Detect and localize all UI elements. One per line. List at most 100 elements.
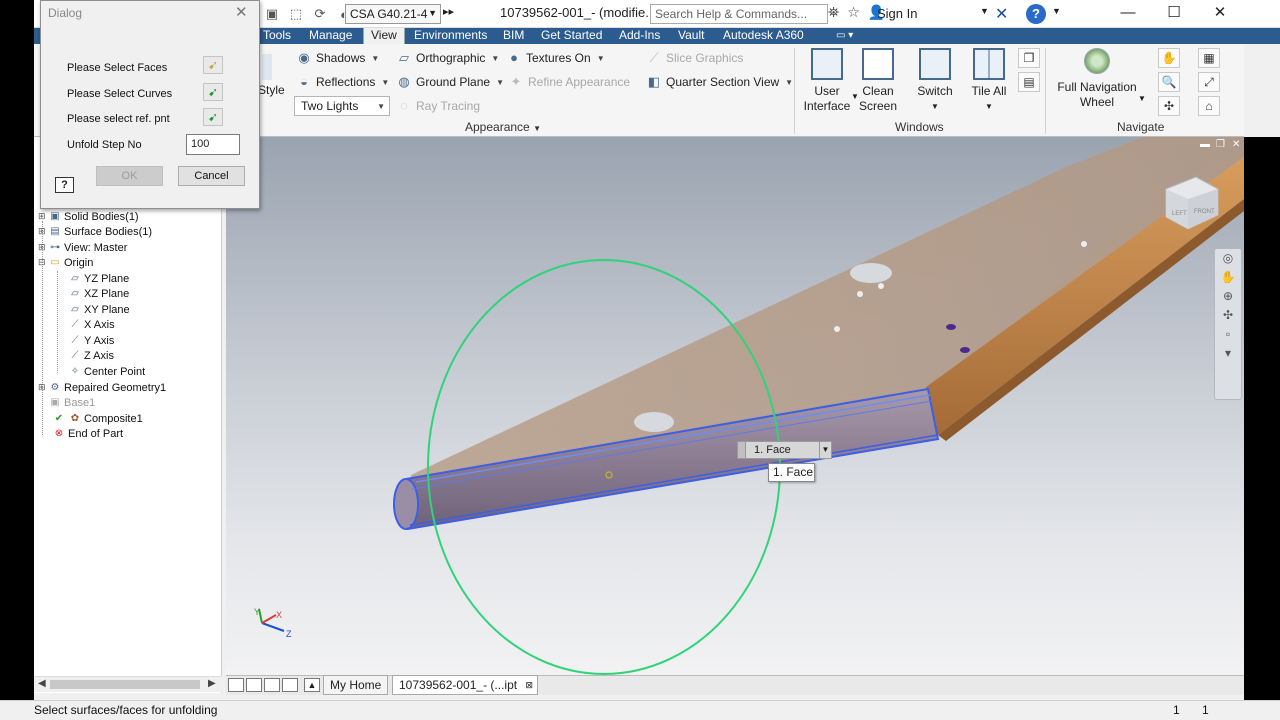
graphics-window[interactable]: Y X Z LEFT FRONT ▬ ❐ ✕	[226, 137, 1244, 675]
tree-item-y-axis[interactable]: ⟋ Y Axis	[68, 334, 115, 347]
cascade-layout-icon[interactable]	[228, 678, 244, 692]
tile-layout-icon[interactable]	[246, 678, 262, 692]
ground-plane-button[interactable]: ◍ Ground Plane ▼	[396, 74, 504, 90]
graphics-close-icon[interactable]: ✕	[1232, 139, 1240, 150]
select-curves-button[interactable]: ➹	[203, 83, 223, 101]
tab-manage[interactable]: Manage	[302, 28, 359, 44]
steering-wheel-icon[interactable]: ◎	[1215, 249, 1241, 268]
tile-vertical-icon[interactable]	[282, 678, 298, 692]
tab-part-document[interactable]: 10739562-001_- (...ipt ⊠	[392, 675, 539, 695]
update-icon[interactable]: ⟳	[310, 4, 330, 24]
shadows-button[interactable]: ◉ Shadows ▼	[296, 50, 379, 66]
cancel-button[interactable]: Cancel	[178, 166, 245, 186]
tree-item-repaired-geometry[interactable]: ⊞ ⚙ Repaired Geometry1	[38, 381, 166, 394]
qat-overflow-icon[interactable]: ▸▸	[443, 5, 454, 18]
tree-item-yz-plane[interactable]: ▱ YZ Plane	[68, 272, 129, 285]
binoculars-icon[interactable]: ⛯	[828, 4, 839, 21]
chevron-down-icon[interactable]: ▼	[980, 6, 989, 16]
scroll-left-icon[interactable]: ◀	[38, 678, 46, 689]
cascade-icon[interactable]: ❐	[1018, 48, 1040, 68]
tree-item-x-axis[interactable]: ⟋ X Axis	[68, 318, 115, 331]
star-icon[interactable]: ☆	[847, 4, 860, 21]
minimize-button[interactable]: —	[1106, 2, 1150, 26]
lighting-style-dropdown[interactable]: Two Lights ▼	[294, 96, 390, 116]
pan-icon[interactable]: ✋	[1158, 48, 1180, 68]
tree-item-surface-bodies[interactable]: ⊞ ▤ Surface Bodies(1)	[38, 225, 152, 238]
look-at-icon[interactable]: ▫	[1215, 325, 1241, 344]
tree-item-xz-plane[interactable]: ▱ XZ Plane	[68, 287, 129, 300]
refine-appearance-button[interactable]: ✦ Refine Appearance	[508, 74, 631, 90]
textures-on-button[interactable]: ● Textures On ▼	[506, 50, 605, 66]
ray-tracing-button[interactable]: ◌ Ray Tracing	[396, 98, 480, 114]
look-at-icon[interactable]: ▦	[1198, 48, 1220, 68]
tree-item-solid-bodies[interactable]: ⊞ ▣ Solid Bodies(1)	[38, 210, 139, 223]
chevron-down-icon[interactable]: ▼	[1052, 6, 1061, 16]
search-input[interactable]: Search Help & Commands...	[650, 4, 828, 24]
close-button[interactable]: ✕	[1198, 2, 1242, 26]
tile-all-button[interactable]: Tile All ▼	[966, 48, 1012, 114]
tab-environments[interactable]: Environments	[407, 28, 494, 44]
document-list-icon[interactable]: ▲	[304, 678, 320, 692]
tab-bim[interactable]: BIM	[496, 28, 531, 44]
full-navigation-wheel-button[interactable]: Full Navigation Wheel	[1052, 48, 1142, 110]
reflections-button[interactable]: ◒ Reflections ▼	[296, 74, 389, 90]
ok-button[interactable]: OK	[96, 166, 163, 186]
zoom-icon[interactable]: 🔍	[1158, 72, 1180, 92]
orbit-icon[interactable]: ✣	[1158, 96, 1180, 116]
chevron-down-icon[interactable]: ▼	[1138, 94, 1146, 103]
ribbon-options-icon[interactable]: ▭ ▾	[836, 30, 853, 41]
tube-end[interactable]	[393, 478, 419, 530]
zoom-all-icon[interactable]: ⤢	[1198, 72, 1220, 92]
exchange-apps-icon[interactable]: ✕	[995, 4, 1008, 24]
tab-autodesk-a360[interactable]: Autodesk A360	[716, 28, 811, 44]
select-faces-button[interactable]: ➹	[203, 56, 223, 74]
visual-style-label[interactable]: Style	[258, 83, 285, 97]
arrange-icon[interactable]: ▤	[1018, 72, 1040, 92]
close-tab-icon[interactable]: ⊠	[526, 676, 534, 695]
tree-item-z-axis[interactable]: ⟋ Z Axis	[68, 349, 114, 362]
grip-handle[interactable]	[738, 442, 746, 458]
close-icon[interactable]: ✕	[235, 3, 248, 21]
tree-item-end-of-part[interactable]: ⊗ End of Part	[52, 427, 123, 440]
tab-get-started[interactable]: Get Started	[534, 28, 609, 44]
home-view-icon[interactable]: ⌂	[1198, 96, 1220, 116]
scroll-thumb[interactable]	[50, 680, 200, 689]
model-viewport[interactable]: Y X Z LEFT FRONT	[226, 137, 1244, 675]
user-interface-button[interactable]: User Interface	[802, 48, 852, 114]
appearance-panel-label[interactable]: Appearance ▼	[465, 120, 541, 134]
pan-icon[interactable]: ✋	[1215, 268, 1241, 287]
switch-button[interactable]: Switch ▼	[912, 48, 958, 114]
graphics-minimize-icon[interactable]: ▬	[1200, 139, 1210, 150]
selection-priority-dropdown[interactable]: 1. Face ▼	[737, 441, 832, 459]
tab-view[interactable]: View	[363, 28, 405, 44]
zoom-icon[interactable]: ⊕	[1215, 287, 1241, 306]
quarter-section-view-button[interactable]: ◧ Quarter Section View ▼	[646, 74, 793, 90]
return-icon[interactable]: ▣	[262, 4, 282, 24]
material-dropdown[interactable]: CSA G40.21-4 ▼	[345, 4, 441, 24]
select-icon[interactable]: ⬚	[286, 4, 306, 24]
tab-my-home[interactable]: My Home	[323, 675, 389, 695]
hole[interactable]	[634, 412, 674, 432]
tree-item-origin[interactable]: ⊟ ▭ Origin	[38, 256, 93, 269]
maximize-button[interactable]: ☐	[1152, 2, 1196, 26]
tree-item-xy-plane[interactable]: ▱ XY Plane	[68, 303, 130, 316]
chevron-down-icon[interactable]: ▼	[819, 442, 831, 458]
select-ref-point-button[interactable]: ➹	[203, 108, 223, 126]
help-button[interactable]: ?	[55, 177, 74, 193]
navbar-options-icon[interactable]: ▾	[1215, 344, 1241, 363]
browser-horizontal-scrollbar[interactable]: ◀ ▶	[34, 676, 222, 692]
tree-item-base1[interactable]: ▣ Base1	[48, 396, 95, 409]
visual-style-icon[interactable]	[262, 54, 272, 80]
tree-item-center-point[interactable]: ✧ Center Point	[68, 365, 145, 378]
scroll-right-icon[interactable]: ▶	[208, 678, 216, 689]
clean-screen-button[interactable]: Clean Screen	[856, 48, 900, 114]
tab-add-ins[interactable]: Add-Ins	[612, 28, 667, 44]
graphics-restore-icon[interactable]: ❐	[1216, 139, 1225, 150]
unfold-step-input[interactable]: 100	[186, 134, 240, 155]
tab-tools[interactable]: Tools	[256, 28, 298, 44]
help-icon[interactable]: ?	[1026, 4, 1046, 24]
orthographic-button[interactable]: ▱ Orthographic ▼	[396, 50, 499, 66]
tree-item-composite1[interactable]: ✔ ✿ Composite1	[52, 412, 143, 425]
navigation-bar[interactable]: ◎ ✋ ⊕ ✣ ▫ ▾	[1214, 248, 1242, 400]
tree-item-view-master[interactable]: ⊞ ⊶ View: Master	[38, 241, 127, 254]
